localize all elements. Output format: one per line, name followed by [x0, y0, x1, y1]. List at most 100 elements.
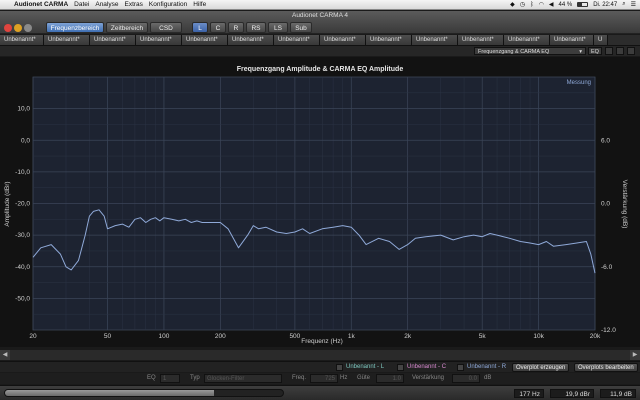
y-tick-label: -40,0 — [15, 264, 30, 271]
measurement-tab[interactable]: Unbenannt* — [366, 35, 412, 45]
channel-c-button[interactable]: C — [210, 22, 226, 33]
y2-tick-label: -6.0 — [601, 264, 613, 271]
zoom-window-icon[interactable] — [24, 24, 32, 32]
export-icon[interactable] — [616, 47, 624, 55]
y-tick-label: 0,0 — [21, 137, 30, 144]
checkbox[interactable] — [336, 364, 343, 371]
eq-number-select[interactable]: 1 — [160, 374, 180, 383]
minimize-window-icon[interactable] — [14, 24, 22, 32]
measurement-tab[interactable]: Unbenannt* — [320, 35, 366, 45]
measurement-tab[interactable]: Unbenannt* — [136, 35, 182, 45]
channel-sub-button[interactable]: Sub — [290, 22, 312, 33]
checkbox[interactable] — [397, 364, 404, 371]
menu-datei[interactable]: Datei — [74, 1, 89, 8]
checkbox[interactable] — [457, 364, 464, 371]
progress-bar — [4, 389, 284, 397]
menu-konfiguration[interactable]: Konfiguration — [149, 1, 187, 8]
scroll-right-icon[interactable]: ▶ — [630, 350, 640, 360]
freq-unit: Hz — [340, 375, 348, 381]
channel-ls-button[interactable]: LS — [268, 22, 288, 33]
overplot-label: Unbenannt - L — [346, 364, 385, 370]
measurement-tab[interactable]: Unbenannt* — [44, 35, 90, 45]
gain-unit: dB — [484, 375, 492, 381]
measurement-tab[interactable]: Unbenannt* — [458, 35, 504, 45]
measurement-tab[interactable]: Unbenannt* — [274, 35, 320, 45]
tab-frequenzbereich[interactable]: Frequenzbereich — [46, 22, 104, 33]
volume-icon[interactable]: ◀ — [549, 1, 554, 8]
y2-tick-label: 6.0 — [601, 137, 610, 144]
wifi-icon[interactable]: ◠ — [539, 1, 544, 8]
measurement-tab[interactable]: Unbenannt* — [412, 35, 458, 45]
measurement-tab[interactable]: Unbenannt* — [182, 35, 228, 45]
measurement-tab[interactable]: Unbenannt* — [550, 35, 594, 45]
y-tick-label: 10,0 — [17, 106, 30, 113]
view-selector-row: Frequenzgang & CARMA EQ ▾ EQ — [0, 46, 640, 56]
tab-zeitbereich[interactable]: Zeitbereich — [106, 22, 148, 33]
scroll-left-icon[interactable]: ◀ — [0, 350, 10, 360]
y-tick-label: -50,0 — [15, 295, 30, 302]
measurement-tab[interactable]: U — [594, 35, 608, 45]
dropbox-icon[interactable]: ◆ — [510, 1, 515, 8]
channel-r-button[interactable]: R — [228, 22, 244, 33]
settings-icon[interactable] — [605, 47, 613, 55]
window-title: Audionet CARMA 4 — [291, 12, 348, 19]
tab-csd[interactable]: CSD — [150, 22, 182, 33]
x-axis-label: Frequenz (Hz) — [301, 338, 343, 345]
menu-analyse[interactable]: Analyse — [95, 1, 118, 8]
legend-messung: Messung — [567, 80, 591, 86]
y2-axis-label: Verstärkung (dB) — [621, 180, 628, 229]
menu-app-name[interactable]: Audionet CARMA — [14, 1, 68, 8]
clock[interactable]: Di. 22:47 — [593, 2, 617, 8]
x-tick-label: 10k — [533, 333, 544, 340]
frequency-response-chart[interactable]: Frequenzgang Amplitude & CARMA EQ Amplit… — [0, 57, 640, 347]
y-tick-label: -10,0 — [15, 169, 30, 176]
x-tick-label: 20k — [590, 333, 601, 340]
x-tick-label: 100 — [159, 333, 170, 340]
gain-label: Verstärkung — [412, 375, 445, 381]
y-tick-label: -30,0 — [15, 232, 30, 239]
eq-parameter-row: EQ 1 Typ Glocken-Filter Freq. 725 Hz Güt… — [0, 373, 640, 384]
y-tick-label: -20,0 — [15, 201, 30, 208]
battery-percent[interactable]: 44 % — [559, 2, 573, 8]
eq-button[interactable]: EQ — [588, 47, 602, 55]
overplot-item-r[interactable]: Unbenannt - R — [457, 363, 506, 372]
cursor-frequency: 177 Hz — [514, 389, 544, 398]
freq-input[interactable]: 725 — [310, 374, 338, 383]
close-window-icon[interactable] — [4, 24, 12, 32]
app-window: Audionet CARMA Datei Analyse Extras Konf… — [0, 0, 640, 400]
plot-type-value: Frequenzgang & CARMA EQ — [478, 49, 550, 55]
time-machine-icon[interactable]: ◷ — [520, 1, 525, 8]
chart-title: Frequenzgang Amplitude & CARMA EQ Amplit… — [237, 66, 404, 73]
x-tick-label: 500 — [289, 333, 300, 340]
menu-extras[interactable]: Extras — [124, 1, 142, 8]
plot-type-select[interactable]: Frequenzgang & CARMA EQ ▾ — [474, 47, 586, 55]
channel-l-button[interactable]: L — [192, 22, 208, 33]
progress-fill — [5, 390, 214, 396]
bluetooth-icon[interactable]: ᛒ — [530, 2, 534, 8]
x-tick-label: 5k — [479, 333, 487, 340]
guete-label: Güte — [357, 375, 371, 381]
overplot-create-button[interactable]: Overplot erzeugen — [512, 363, 570, 372]
overplot-item-l[interactable]: Unbenannt - L — [336, 363, 384, 372]
chart-svg: Frequenzgang Amplitude & CARMA EQ Amplit… — [4, 66, 628, 345]
gain-input[interactable]: 0.0 — [452, 374, 480, 383]
overplot-label: Unbenannt - C — [407, 364, 447, 370]
guete-input[interactable]: 1.0 — [376, 374, 404, 383]
overplot-item-c[interactable]: Unbenannt - C — [397, 363, 446, 372]
measurement-tab[interactable]: Unbenannt* — [0, 35, 44, 45]
cursor-gain: 11,9 dB — [600, 389, 636, 398]
filter-type-select[interactable]: Glocken-Filter — [204, 374, 282, 383]
overplot-edit-button[interactable]: Overplots bearbeiten — [574, 363, 638, 372]
notification-center-icon[interactable]: ☰ — [631, 1, 636, 8]
menu-hilfe[interactable]: Hilfe — [193, 1, 206, 8]
measurement-tab[interactable]: Unbenannt* — [90, 35, 136, 45]
print-icon[interactable] — [627, 47, 635, 55]
measurement-tabs: Unbenannt* Unbenannt* Unbenannt* Unbenan… — [0, 35, 640, 46]
x-tick-label: 50 — [104, 333, 112, 340]
y2-tick-label: 0.0 — [601, 201, 610, 208]
horizontal-scrollbar[interactable]: ◀ ▶ — [0, 350, 640, 360]
channel-rs-button[interactable]: RS — [246, 22, 266, 33]
measurement-tab[interactable]: Unbenannt* — [504, 35, 550, 45]
measurement-tab[interactable]: Unbenannt* — [228, 35, 274, 45]
spotlight-icon[interactable]: ⌕ — [622, 1, 625, 8]
